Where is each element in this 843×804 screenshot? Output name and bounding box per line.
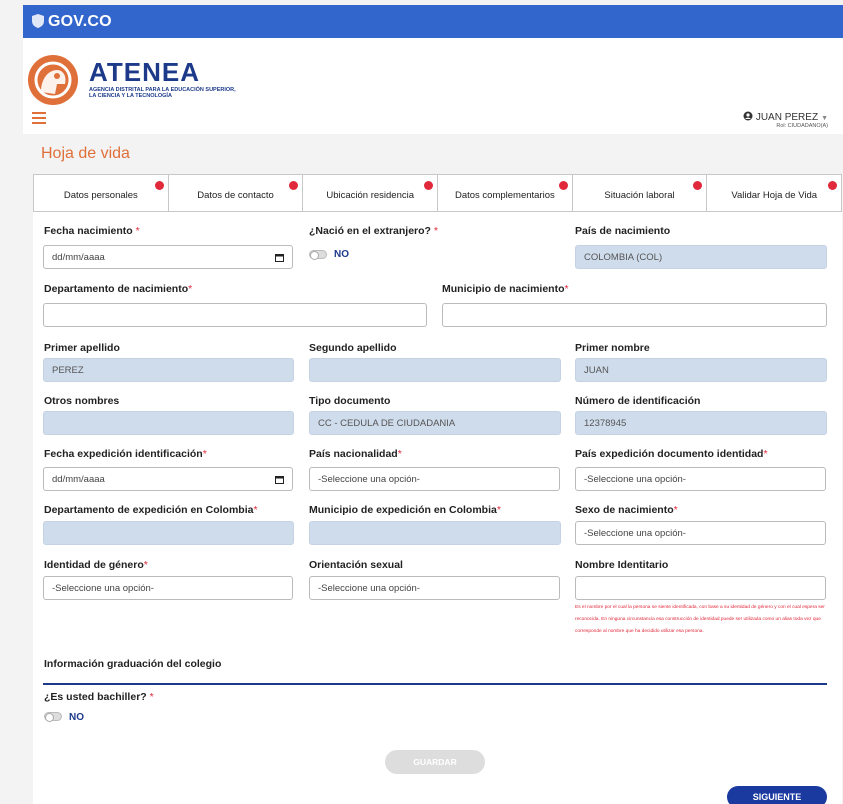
shield-icon — [32, 14, 44, 28]
sexo-nacimiento-select[interactable]: -Seleccione una opción- — [575, 521, 826, 545]
otros-nombres-label: Otros nombres — [44, 395, 120, 407]
tab-datos-contacto[interactable]: Datos de contacto — [169, 175, 304, 211]
user-menu[interactable]: JUAN PEREZ ▼ Rol: CIUDADANO(A) — [743, 111, 828, 129]
tab-label: Datos complementarios — [454, 189, 555, 201]
save-button[interactable]: GUARDAR — [385, 750, 485, 774]
primer-nombre-field: JUAN — [575, 358, 827, 382]
fecha-nacimiento-label: Fecha nacimiento * — [44, 225, 140, 237]
incomplete-dot-icon — [693, 181, 703, 190]
pais-nacimiento-label: País de nacimiento — [575, 225, 671, 237]
brand-subtitle: AGENCIA DISTRITAL PARA LA EDUCACIÓN SUPE… — [89, 87, 236, 99]
fecha-nacimiento-input[interactable]: dd/mm/aaaa — [43, 245, 293, 269]
sexo-nacimiento-label: Sexo de nacimiento* — [575, 504, 678, 516]
user-icon — [743, 111, 753, 121]
incomplete-dot-icon — [424, 181, 434, 190]
tab-validar-hoja-vida[interactable]: Validar Hoja de Vida — [707, 175, 841, 211]
incomplete-dot-icon — [828, 181, 838, 190]
page-title: Hoja de vida — [41, 145, 130, 162]
gov-bar: GOV.CO — [23, 5, 843, 38]
tab-label: Situación laboral — [604, 189, 675, 201]
calendar-icon[interactable] — [275, 253, 284, 262]
nombre-identitario-hint: Es el nombre por el cual la persona se s… — [575, 605, 825, 634]
user-role: Rol: CIUDADANO(A) — [776, 123, 828, 129]
tab-label: Datos personales — [63, 189, 138, 201]
identidad-genero-label: Identidad de género* — [44, 559, 148, 571]
tab-ubicacion-residencia[interactable]: Ubicación residencia — [303, 175, 439, 211]
graduacion-section-title: Información graduación del colegio — [44, 658, 222, 670]
nombre-identitario-label: Nombre Identitario — [575, 559, 669, 571]
segundo-apellido-label: Segundo apellido — [309, 342, 397, 354]
extranjero-toggle[interactable] — [309, 250, 327, 260]
depto-nacimiento-input[interactable] — [43, 303, 427, 327]
otros-nombres-field — [43, 411, 294, 435]
extranjero-label: ¿Nació en el extranjero? * — [309, 225, 438, 237]
pais-nacimiento-field: COLOMBIA (COL) — [575, 245, 827, 269]
extranjero-value: NO — [334, 249, 349, 260]
municipio-expedicion-label: Municipio de expedición en Colombia* — [309, 504, 501, 516]
bachiller-toggle[interactable] — [44, 712, 62, 722]
tipo-documento-field: CC - CEDULA DE CIUDADANIA — [309, 411, 561, 435]
tab-bar: Datos personales Datos de contacto Ubica… — [33, 174, 842, 212]
gov-label[interactable]: GOV.CO — [48, 13, 112, 31]
segundo-apellido-field — [309, 358, 561, 382]
nombre-identitario-input[interactable] — [575, 576, 826, 600]
bachiller-label: ¿Es usted bachiller? * — [44, 691, 154, 703]
form-card: Datos personales Datos de contacto Ubica… — [33, 174, 842, 804]
fecha-expedicion-input[interactable]: dd/mm/aaaa — [43, 467, 293, 491]
pais-expedicion-label: País expedición documento identidad* — [575, 448, 768, 460]
incomplete-dot-icon — [154, 181, 164, 190]
calendar-icon[interactable] — [275, 475, 284, 484]
numero-identificacion-label: Número de identificación — [575, 395, 701, 407]
municipio-expedicion-field — [309, 521, 561, 545]
primer-nombre-label: Primer nombre — [575, 342, 650, 354]
menu-icon[interactable] — [32, 112, 46, 124]
section-divider — [43, 683, 827, 685]
atenea-logo-icon — [28, 55, 78, 105]
user-name: JUAN PEREZ — [755, 112, 819, 123]
depto-nacimiento-label: Departamento de nacimiento* — [44, 283, 193, 295]
pais-expedicion-select[interactable]: -Seleccione una opción- — [575, 467, 826, 491]
tab-label: Validar Hoja de Vida — [731, 189, 818, 201]
identidad-genero-select[interactable]: -Seleccione una opción- — [43, 576, 293, 600]
next-button[interactable]: SIGUIENTE — [727, 786, 827, 804]
municipio-nacimiento-label: Municipio de nacimiento* — [442, 283, 569, 295]
primer-apellido-field: PEREZ — [43, 358, 294, 382]
caret-down-icon: ▼ — [821, 115, 828, 122]
primer-apellido-label: Primer apellido — [44, 342, 120, 354]
municipio-nacimiento-input[interactable] — [442, 303, 827, 327]
page: GOV.CO ATENEA AGENCIA DISTRITAL PARA LA … — [0, 0, 843, 804]
numero-identificacion-field: 12378945 — [575, 411, 827, 435]
tab-datos-complementarios[interactable]: Datos complementarios — [438, 175, 573, 211]
header: ATENEA AGENCIA DISTRITAL PARA LA EDUCACI… — [23, 38, 843, 134]
tab-situacion-laboral[interactable]: Situación laboral — [573, 175, 708, 211]
pais-nacionalidad-label: País nacionalidad* — [309, 448, 402, 460]
tab-datos-personales[interactable]: Datos personales — [34, 175, 169, 211]
bachiller-value: NO — [69, 712, 84, 723]
brand-title: ATENEA — [89, 57, 200, 87]
depto-expedicion-label: Departamento de expedición en Colombia* — [44, 504, 258, 516]
tipo-documento-label: Tipo documento — [309, 395, 391, 407]
incomplete-dot-icon — [289, 181, 299, 190]
orientacion-sexual-select[interactable]: -Seleccione una opción- — [309, 576, 560, 600]
tab-label: Datos de contacto — [197, 189, 274, 201]
tab-label: Ubicación residencia — [326, 189, 415, 201]
depto-expedicion-field — [43, 521, 294, 545]
fecha-expedicion-label: Fecha expedición identificación* — [44, 448, 207, 460]
incomplete-dot-icon — [558, 181, 568, 190]
pais-nacionalidad-select[interactable]: -Seleccione una opción- — [309, 467, 560, 491]
orientacion-sexual-label: Orientación sexual — [309, 559, 403, 571]
